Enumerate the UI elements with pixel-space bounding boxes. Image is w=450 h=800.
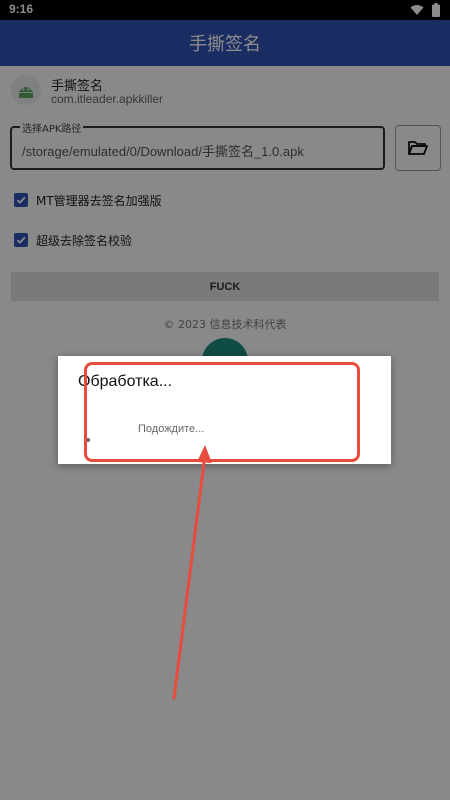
annotation-highlight-box (84, 362, 360, 462)
